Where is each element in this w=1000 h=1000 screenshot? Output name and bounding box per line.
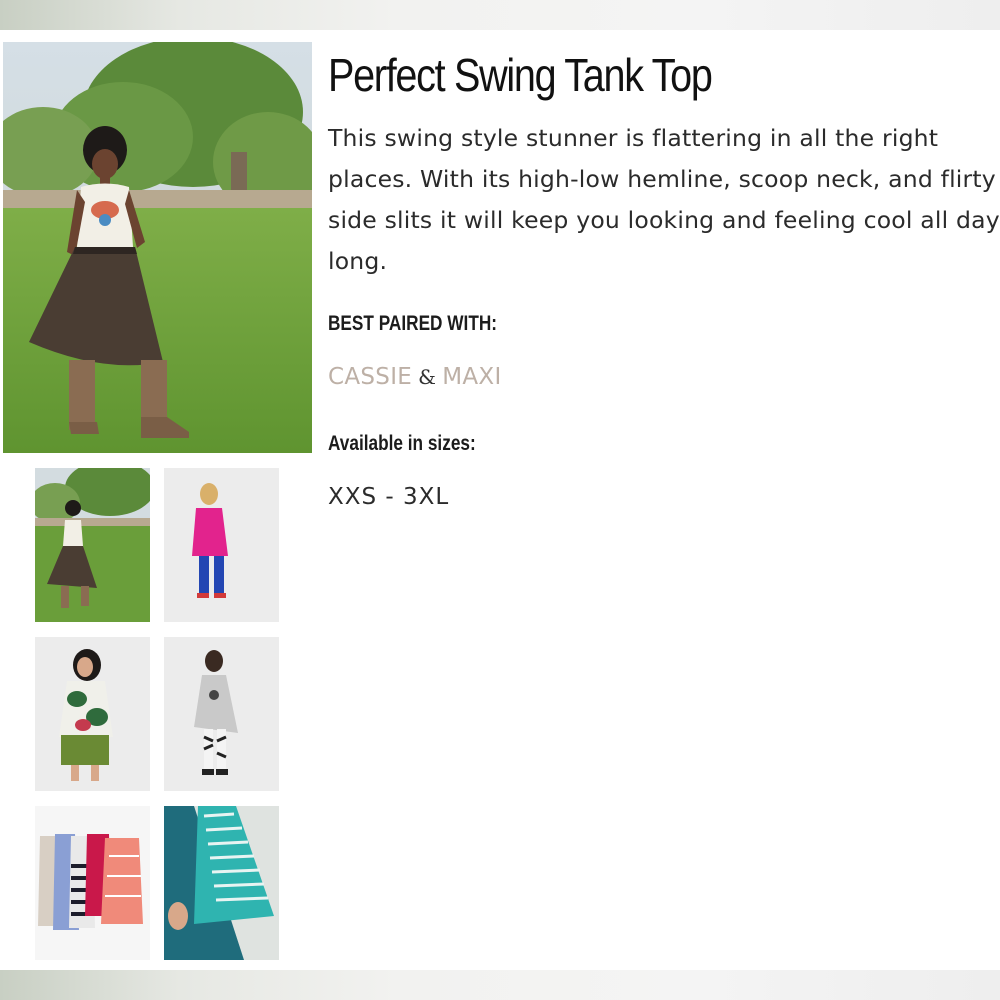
product-page: Perfect Swing Tank Top This swing style … (0, 0, 1000, 1000)
paired-items: CASSIE & MAXI (328, 364, 502, 390)
thumbnail-pink-tank[interactable] (164, 468, 279, 622)
product-description: This swing style stunner is flattering i… (328, 124, 1000, 275)
main-product-photo[interactable] (3, 42, 312, 453)
thumbnail-grey-tank-print-leggings[interactable] (164, 637, 279, 791)
paired-link-cassie[interactable]: CASSIE (328, 364, 412, 390)
product-title: Perfect Swing Tank Top (328, 49, 713, 101)
paired-link-maxi[interactable]: MAXI (442, 364, 501, 390)
paired-separator: & (418, 365, 437, 389)
thumbnail-floral-tank[interactable] (35, 637, 150, 791)
thumbnail-tanks-on-hangers[interactable] (35, 806, 150, 960)
sizes-value: XXS - 3XL (328, 484, 450, 510)
top-blur-band (0, 0, 1000, 30)
thumbnail-teal-stripe-detail[interactable] (164, 806, 279, 960)
sizes-label: Available in sizes: (328, 432, 476, 455)
bottom-blur-band (0, 970, 1000, 1000)
thumbnail-outdoor-white-tank[interactable] (35, 468, 150, 622)
best-paired-label: BEST PAIRED WITH: (328, 312, 498, 335)
